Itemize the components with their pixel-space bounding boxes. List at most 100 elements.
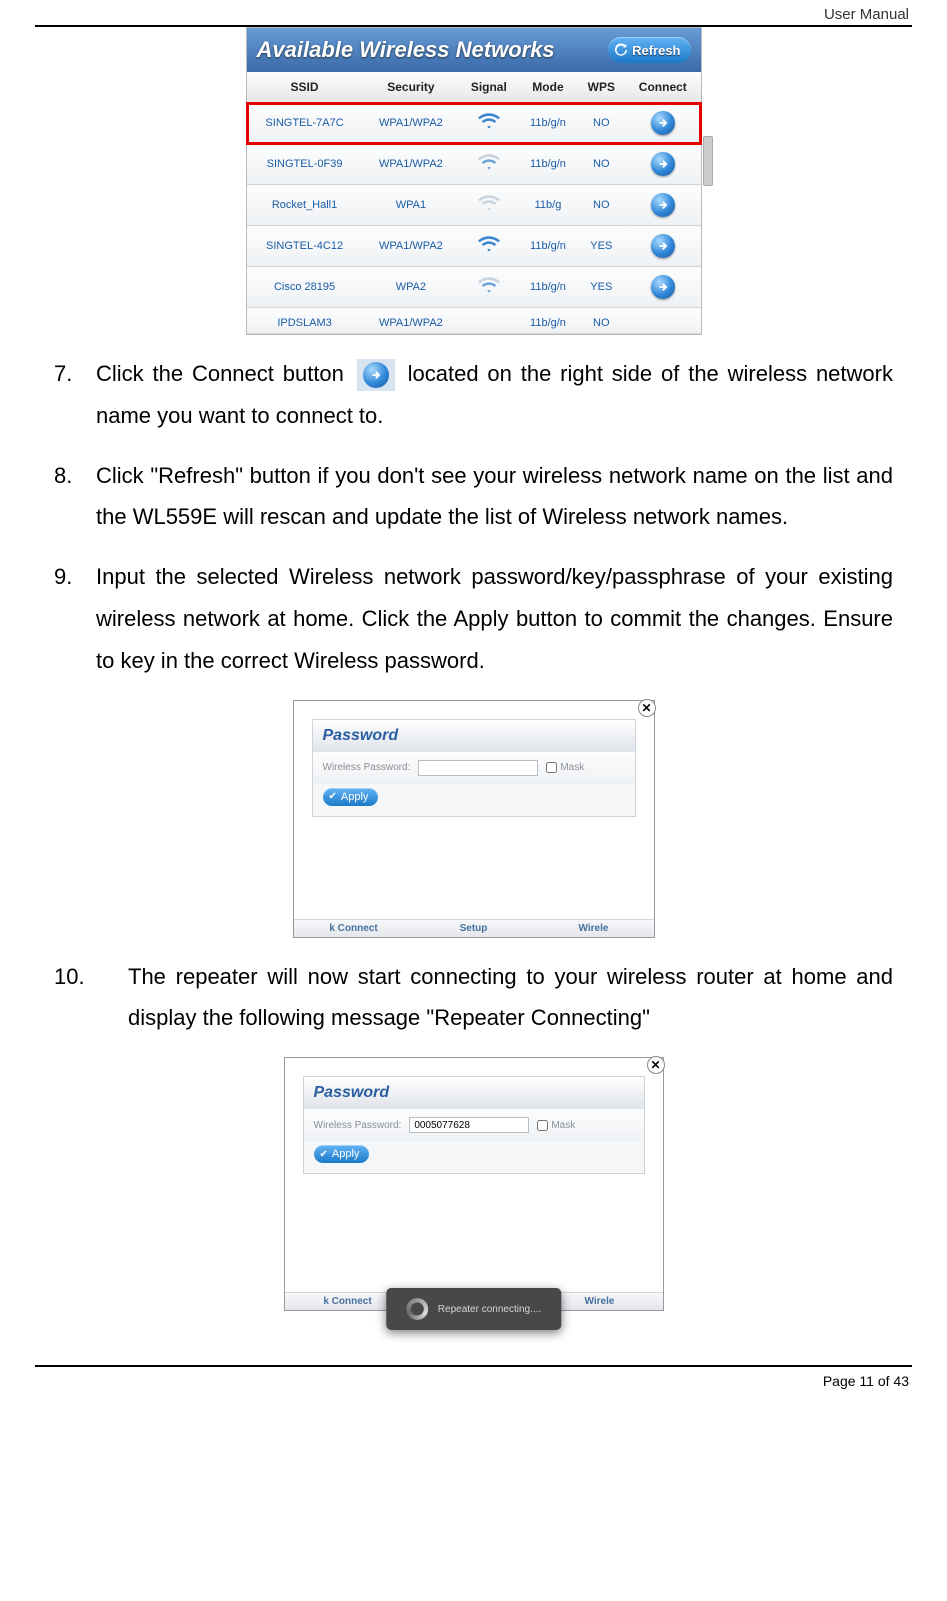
tab-setup: Setup <box>414 920 534 937</box>
cell-ssid: SINGTEL-4C12 <box>247 226 363 267</box>
step-9-text: Input the selected Wireless network pass… <box>96 556 893 681</box>
spinner-icon <box>406 1298 428 1320</box>
cell-connect <box>625 267 700 308</box>
bottom-rule <box>35 1365 912 1367</box>
cell-security: WPA1/WPA2 <box>363 226 460 267</box>
cell-ssid: Rocket_Hall1 <box>247 185 363 226</box>
password-dialog-1: ✕ Password Wireless Password: Mask Apply… <box>293 700 655 938</box>
refresh-icon <box>614 43 628 57</box>
connect-button[interactable] <box>651 152 675 176</box>
cell-ssid: Cisco 28195 <box>247 267 363 308</box>
cell-connect <box>625 103 700 144</box>
cell-connect <box>625 308 700 334</box>
cell-ssid: SINGTEL-0F39 <box>247 144 363 185</box>
step-7: 7. Click the Connect button located on t… <box>54 353 893 437</box>
tab-connect: k Connect <box>294 920 414 937</box>
cell-signal <box>459 267 518 308</box>
bottom-tabs: k Connect Setup Wirele <box>294 919 654 937</box>
wifi-signal-icon <box>478 194 500 212</box>
step-10: 10. The repeater will now start connecti… <box>54 956 893 1040</box>
toast-text: Repeater connecting.... <box>438 1304 541 1315</box>
close-button[interactable]: ✕ <box>638 699 656 717</box>
cell-signal <box>459 308 518 334</box>
cell-signal <box>459 185 518 226</box>
col-connect: Connect <box>625 72 700 103</box>
cell-mode: 11b/g/n <box>518 144 577 185</box>
cell-wps: NO <box>578 144 626 185</box>
cell-wps: NO <box>578 103 626 144</box>
connect-button[interactable] <box>651 111 675 135</box>
step-number: 10. <box>54 956 128 1040</box>
step-10-text: The repeater will now start connecting t… <box>128 956 893 1040</box>
password-dialog-2: ✕ Password Wireless Password: Mask Apply… <box>284 1057 664 1311</box>
arrow-right-icon <box>363 362 389 388</box>
refresh-label: Refresh <box>632 43 680 58</box>
wireless-password-label: Wireless Password: <box>314 1120 402 1131</box>
inline-connect-icon <box>357 359 395 391</box>
cell-signal <box>459 103 518 144</box>
wifi-signal-icon <box>478 153 500 171</box>
col-ssid: SSID <box>247 72 363 103</box>
mask-checkbox[interactable] <box>546 762 557 773</box>
page-footer: Page 11 of 43 <box>823 1373 909 1389</box>
cell-security: WPA2 <box>363 267 460 308</box>
cell-wps: NO <box>578 308 626 334</box>
cell-security: WPA1/WPA2 <box>363 144 460 185</box>
networks-title: Available Wireless Networks <box>257 37 555 63</box>
connecting-toast: Repeater connecting.... <box>386 1288 561 1330</box>
table-row: Cisco 28195 WPA2 11b/g/n YES <box>247 267 701 308</box>
connect-button[interactable] <box>651 234 675 258</box>
wireless-password-input[interactable] <box>409 1117 529 1133</box>
cell-signal <box>459 226 518 267</box>
wifi-signal-icon <box>478 235 500 253</box>
password-heading: Password <box>313 720 635 752</box>
cell-ssid: SINGTEL-7A7C <box>247 103 363 144</box>
apply-button[interactable]: Apply <box>314 1145 370 1163</box>
table-row: Rocket_Hall1 WPA1 11b/g NO <box>247 185 701 226</box>
wifi-signal-icon <box>478 312 500 330</box>
available-networks-panel: Available Wireless Networks Refresh SSID… <box>246 27 702 335</box>
cell-mode: 11b/g/n <box>518 226 577 267</box>
cell-mode: 11b/g/n <box>518 103 577 144</box>
step-8-text: Click "Refresh" button if you don't see … <box>96 455 893 539</box>
apply-button[interactable]: Apply <box>323 788 379 806</box>
cell-mode: 11b/g/n <box>518 267 577 308</box>
step-number: 8. <box>54 455 96 539</box>
connect-button[interactable] <box>651 275 675 299</box>
col-wps: WPS <box>578 72 626 103</box>
mask-checkbox-label[interactable]: Mask <box>546 762 584 773</box>
table-header-row: SSID Security Signal Mode WPS Connect <box>247 72 701 103</box>
wireless-password-input[interactable] <box>418 760 538 776</box>
wireless-password-label: Wireless Password: <box>323 762 411 773</box>
table-row: SINGTEL-0F39 WPA1/WPA2 11b/g/n NO <box>247 144 701 185</box>
step-8: 8. Click "Refresh" button if you don't s… <box>54 455 893 539</box>
refresh-button[interactable]: Refresh <box>608 37 690 63</box>
networks-table: SSID Security Signal Mode WPS Connect SI… <box>247 72 701 334</box>
col-security: Security <box>363 72 460 103</box>
cell-mode: 11b/g <box>518 185 577 226</box>
cell-connect <box>625 185 700 226</box>
tab-wireless: Wirele <box>534 920 654 937</box>
cell-connect <box>625 226 700 267</box>
cell-wps: YES <box>578 267 626 308</box>
cell-mode: 11b/g/n <box>518 308 577 334</box>
networks-titlebar: Available Wireless Networks Refresh <box>247 28 701 72</box>
cell-signal <box>459 144 518 185</box>
cell-wps: NO <box>578 185 626 226</box>
step-7-text-before: Click the Connect button <box>96 361 353 386</box>
doc-header: User Manual <box>0 0 947 25</box>
wifi-signal-icon <box>478 276 500 294</box>
close-button[interactable]: ✕ <box>647 1056 665 1074</box>
mask-checkbox-label[interactable]: Mask <box>537 1120 575 1131</box>
table-row: SINGTEL-7A7C WPA1/WPA2 11b/g/n NO <box>247 103 701 144</box>
cell-security: WPA1/WPA2 <box>363 308 460 334</box>
step-number: 9. <box>54 556 96 681</box>
step-number: 7. <box>54 353 96 437</box>
cell-security: WPA1/WPA2 <box>363 103 460 144</box>
connect-button[interactable] <box>651 193 675 217</box>
col-mode: Mode <box>518 72 577 103</box>
table-row: IPDSLAM3 WPA1/WPA2 11b/g/n NO <box>247 308 701 334</box>
mask-checkbox[interactable] <box>537 1120 548 1131</box>
cell-ssid: IPDSLAM3 <box>247 308 363 334</box>
table-row: SINGTEL-4C12 WPA1/WPA2 11b/g/n YES <box>247 226 701 267</box>
